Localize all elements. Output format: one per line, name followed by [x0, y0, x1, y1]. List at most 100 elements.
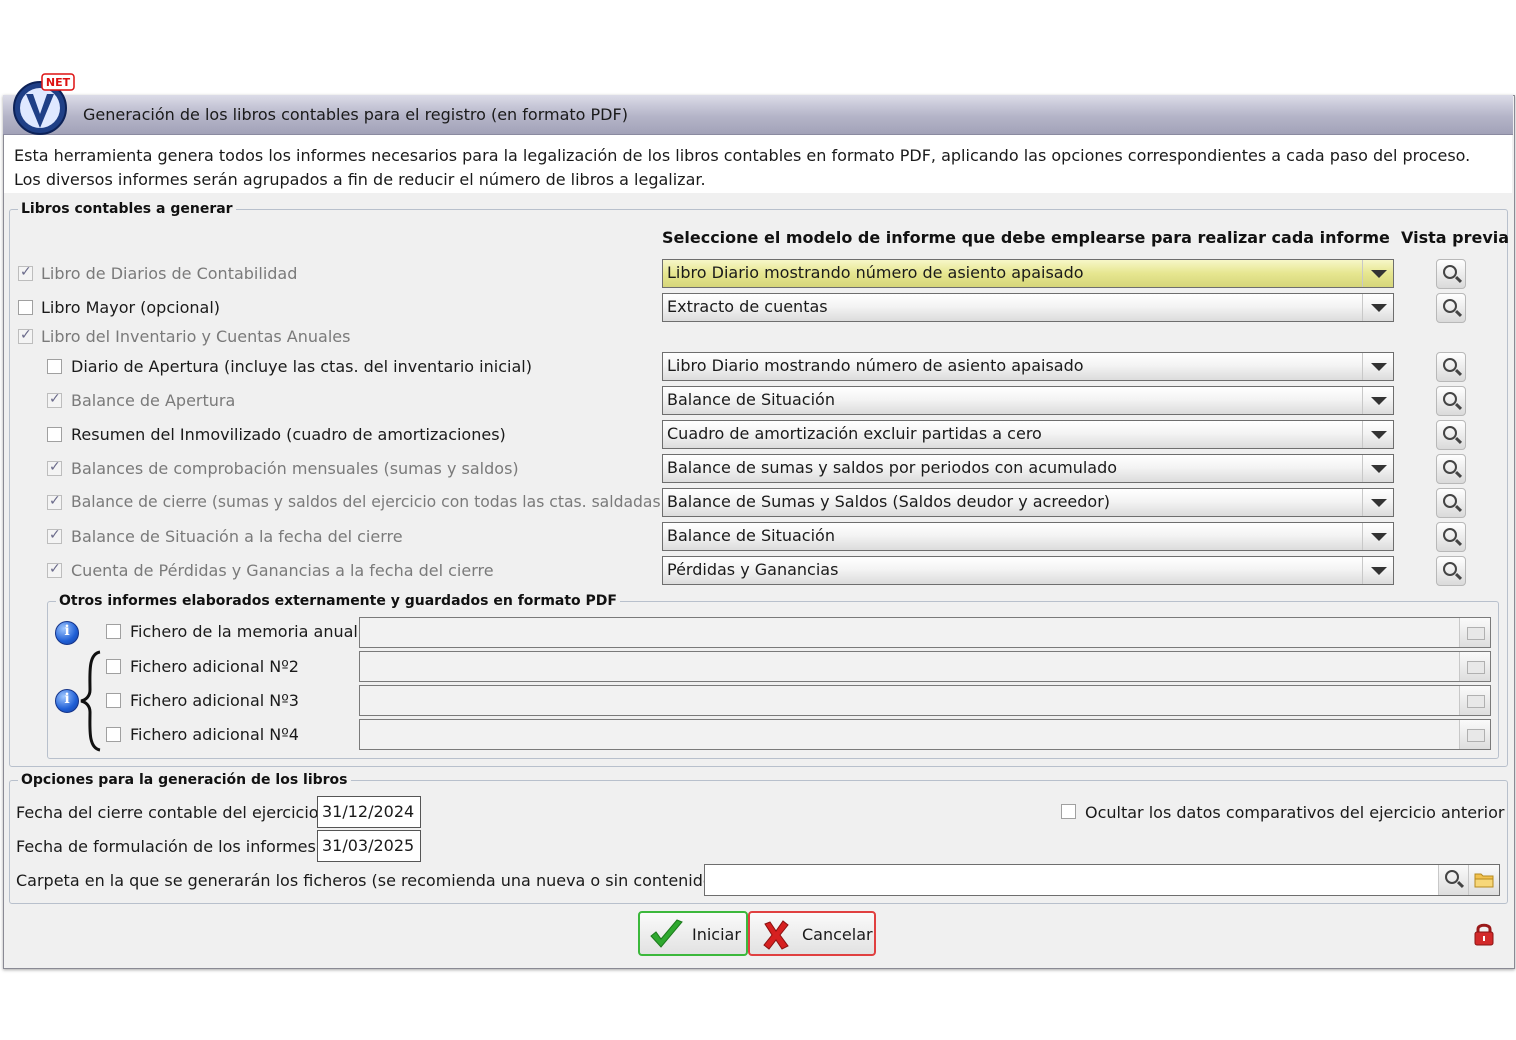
start-button[interactable]: Iniciar [638, 911, 748, 956]
hide-comparative-label: Ocultar los datos comparativos del ejerc… [1085, 803, 1505, 822]
select-value: Balance de Situación [667, 390, 835, 409]
magnifier-icon [1445, 870, 1459, 884]
cancel-button[interactable]: Cancelar [748, 911, 876, 956]
close-date-label: Fecha del cierre contable del ejercicio [16, 803, 319, 822]
label-diario-apertura: Diario de Apertura (incluye las ctas. de… [71, 357, 532, 376]
checkmark-icon [650, 919, 683, 948]
label-adicional-3: Fichero adicional Nº3 [130, 691, 299, 710]
open-file-icon[interactable] [1459, 618, 1490, 647]
magnifier-icon [1443, 392, 1457, 406]
formulation-date-input[interactable]: 31/03/2025 [317, 830, 421, 862]
label-memoria-anual: Fichero de la memoria anual [130, 622, 358, 641]
file-input-memoria-anual[interactable] [359, 617, 1491, 648]
select-value: Libro Diario mostrando número de asiento… [667, 263, 1084, 282]
checkbox-perdidas-ganancias[interactable] [47, 561, 62, 578]
checkbox-adicional-3[interactable] [106, 693, 121, 708]
info-icon[interactable]: i [55, 689, 79, 713]
checkbox-libro-inventario[interactable] [18, 327, 33, 344]
magnifier-icon [1443, 426, 1457, 440]
close-icon [763, 920, 789, 950]
file-input-adicional-4[interactable] [359, 719, 1491, 750]
close-date-input[interactable]: 31/12/2024 [317, 796, 421, 828]
preview-button-balance-cierre[interactable] [1436, 488, 1466, 518]
lock-icon[interactable] [1472, 922, 1496, 946]
chevron-down-icon[interactable] [1362, 421, 1393, 448]
select-value: Cuadro de amortización excluir partidas … [667, 424, 1042, 443]
label-balance-apertura: Balance de Apertura [71, 391, 236, 410]
magnifier-icon [1443, 358, 1457, 372]
chevron-down-icon[interactable] [1362, 523, 1393, 550]
preview-button-diario-apertura[interactable] [1436, 352, 1466, 382]
select-model-balance-apertura[interactable]: Balance de Situación [662, 386, 1394, 415]
window-title: Generación de los libros contables para … [83, 105, 628, 124]
checkbox-resumen-inmovilizado[interactable] [47, 427, 62, 442]
checkbox-diario-apertura[interactable] [47, 359, 62, 374]
checkbox-balance-cierre[interactable] [47, 493, 62, 510]
preview-button-resumen-inmovilizado[interactable] [1436, 420, 1466, 450]
label-libro-inventario: Libro del Inventario y Cuentas Anuales [41, 327, 351, 346]
external-reports-legend: Otros informes elaborados externamente y… [59, 593, 617, 609]
start-button-label: Iniciar [692, 925, 741, 944]
checkbox-balance-apertura[interactable] [47, 391, 62, 408]
chevron-down-icon[interactable] [1362, 489, 1393, 516]
label-balance-situacion: Balance de Situación a la fecha del cier… [71, 527, 403, 546]
preview-button-balance-situacion[interactable] [1436, 522, 1466, 552]
label-balance-cierre: Balance de cierre (sumas y saldos del ej… [71, 493, 667, 511]
open-file-icon[interactable] [1459, 686, 1490, 715]
cancel-button-label: Cancelar [802, 925, 873, 944]
folder-label: Carpeta en la que se generarán los fiche… [16, 871, 719, 890]
label-resumen-inmovilizado: Resumen del Inmovilizado (cuadro de amor… [71, 425, 506, 444]
search-folder-button[interactable] [1438, 865, 1469, 895]
chevron-down-icon[interactable] [1362, 353, 1393, 380]
select-model-resumen-inmovilizado[interactable]: Cuadro de amortización excluir partidas … [662, 420, 1394, 449]
select-value: Extracto de cuentas [667, 297, 828, 316]
label-balances-mensuales: Balances de comprobación mensuales (suma… [71, 459, 519, 478]
select-value: Pérdidas y Ganancias [667, 560, 839, 579]
magnifier-icon [1443, 460, 1457, 474]
model-column-header: Seleccione el modelo de informe que debe… [662, 228, 1390, 247]
file-input-adicional-2[interactable] [359, 651, 1491, 682]
checkbox-hide-comparative[interactable] [1061, 804, 1076, 819]
select-model-libro-mayor[interactable]: Extracto de cuentas [662, 293, 1394, 322]
checkbox-adicional-4[interactable] [106, 727, 121, 742]
label-adicional-2: Fichero adicional Nº2 [130, 657, 299, 676]
label-adicional-4: Fichero adicional Nº4 [130, 725, 299, 744]
logo-badge-text: NET [46, 76, 71, 89]
select-model-balances-mensuales[interactable]: Balance de sumas y saldos por periodos c… [662, 454, 1394, 483]
open-file-icon[interactable] [1459, 652, 1490, 681]
select-value: Libro Diario mostrando número de asiento… [667, 356, 1084, 375]
select-value: Balance de Situación [667, 526, 835, 545]
magnifier-icon [1443, 528, 1457, 542]
browse-folder-button[interactable] [1468, 865, 1499, 895]
select-model-libro-diarios[interactable]: Libro Diario mostrando número de asiento… [662, 259, 1394, 288]
preview-button-perdidas-ganancias[interactable] [1436, 556, 1466, 586]
info-icon[interactable]: i [55, 621, 79, 645]
label-libro-mayor: Libro Mayor (opcional) [41, 298, 220, 317]
preview-button-balance-apertura[interactable] [1436, 386, 1466, 416]
magnifier-icon [1443, 299, 1457, 313]
checkbox-libro-diarios[interactable] [18, 264, 33, 281]
folder-input[interactable] [704, 864, 1500, 896]
books-group-legend: Libros contables a generar [21, 201, 233, 217]
chevron-down-icon[interactable] [1362, 387, 1393, 414]
chevron-down-icon[interactable] [1362, 260, 1393, 287]
select-model-perdidas-ganancias[interactable]: Pérdidas y Ganancias [662, 556, 1394, 585]
checkbox-memoria-anual[interactable] [106, 624, 121, 639]
chevron-down-icon[interactable] [1362, 455, 1393, 482]
brace-icon [80, 650, 101, 752]
preview-button-libro-mayor[interactable] [1436, 293, 1466, 323]
checkbox-balances-mensuales[interactable] [47, 459, 62, 476]
preview-button-balances-mensuales[interactable] [1436, 454, 1466, 484]
select-model-diario-apertura[interactable]: Libro Diario mostrando número de asiento… [662, 352, 1394, 381]
checkbox-adicional-2[interactable] [106, 659, 121, 674]
preview-button-libro-diarios[interactable] [1436, 259, 1466, 289]
folder-icon [1474, 873, 1494, 888]
open-file-icon[interactable] [1459, 720, 1490, 749]
select-model-balance-cierre[interactable]: Balance de Sumas y Saldos (Saldos deudor… [662, 488, 1394, 517]
checkbox-balance-situacion[interactable] [47, 527, 62, 544]
chevron-down-icon[interactable] [1362, 557, 1393, 584]
file-input-adicional-3[interactable] [359, 685, 1491, 716]
chevron-down-icon[interactable] [1362, 294, 1393, 321]
checkbox-libro-mayor[interactable] [18, 300, 33, 315]
select-model-balance-situacion[interactable]: Balance de Situación [662, 522, 1394, 551]
